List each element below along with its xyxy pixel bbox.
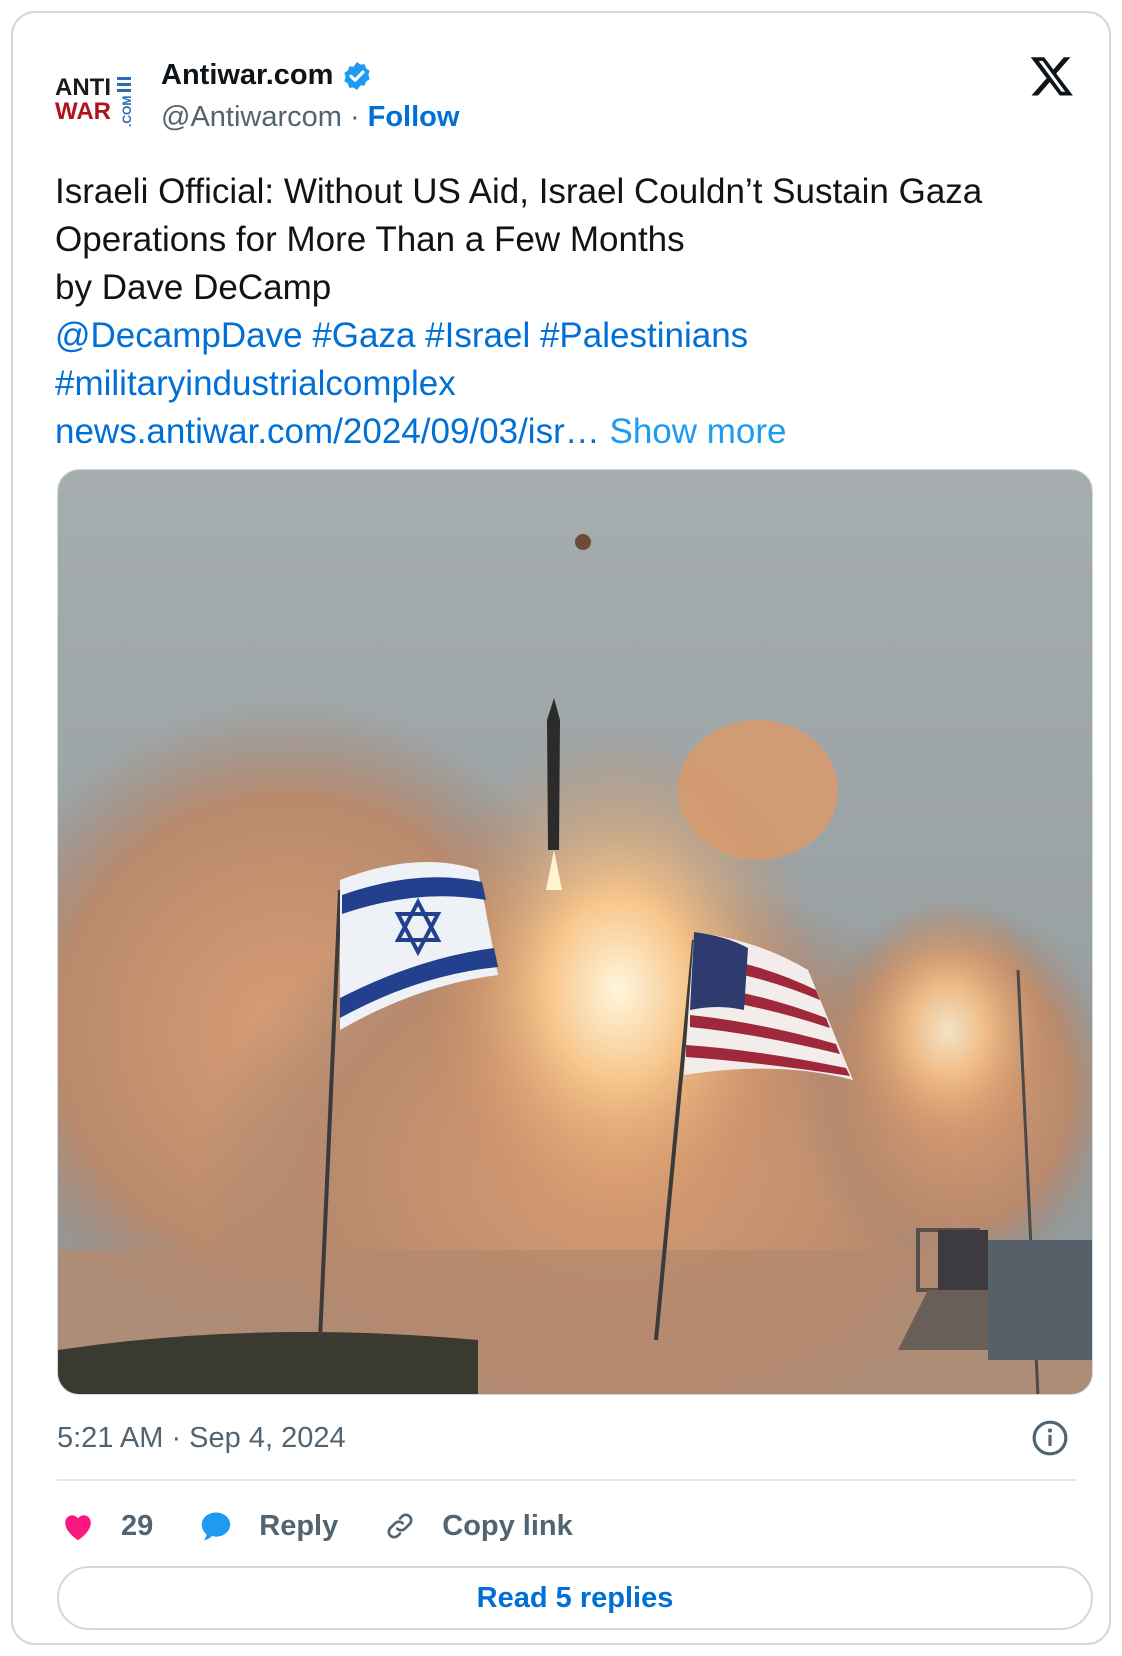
heart-icon [65,1515,91,1541]
hashtag-link[interactable]: #militaryindustrialcomplex [55,364,456,403]
svg-text:.COM: .COM [120,96,134,127]
copy-link-button[interactable]: Copy link [384,1510,573,1543]
info-icon[interactable] [1031,1419,1069,1457]
handle-separator: · [349,101,360,133]
missile-launch-photo [58,470,1092,1394]
author-name-row: Antiwar.com [161,59,373,92]
tweet-photo[interactable] [57,469,1093,1395]
tweet-card: ANTI WAR .COM Antiwar.com @Antiwarcom · … [11,11,1111,1645]
reply-label: Reply [259,1509,339,1542]
verified-badge-icon [344,61,371,90]
mention-link[interactable]: @DecampDave [55,316,303,355]
like-button[interactable]: 29 [61,1510,153,1543]
tweet-headline-line-2: Operations for More Than a Few Months [55,220,685,259]
read-replies-button[interactable]: Read 5 replies [57,1566,1093,1630]
copy-link-label: Copy link [442,1509,573,1542]
reply-bubble-icon [202,1512,231,1541]
tweet-timestamp[interactable]: 5:21 AM · Sep 4, 2024 [57,1422,346,1455]
hashtag-link[interactable]: #Israel [425,316,530,355]
show-more-link[interactable]: Show more [609,412,786,451]
svg-text:WAR: WAR [55,98,111,125]
tweet-headline-line-1: Israeli Official: Without US Aid, Israel… [55,172,983,211]
follow-button[interactable]: Follow [368,101,460,134]
link-icon [387,1513,413,1539]
reply-button[interactable]: Reply [199,1509,338,1543]
tweet-text: Israeli Official: Without US Aid, Israel… [55,168,1095,456]
like-count: 29 [121,1509,154,1542]
divider [57,1479,1077,1481]
author-handle-row: @Antiwarcom · Follow [161,101,459,134]
x-logo-icon[interactable] [1029,53,1075,99]
article-link[interactable]: news.antiwar.com/2024/09/03/isr… [55,412,600,451]
hashtag-link[interactable]: #Gaza [312,316,415,355]
author-name[interactable]: Antiwar.com [161,59,333,92]
svg-text:ANTI: ANTI [55,74,111,101]
author-avatar[interactable]: ANTI WAR .COM [53,57,141,145]
tweet-actions: 29 Reply Copy link [61,1501,619,1551]
antiwar-logo-icon: ANTI WAR .COM [55,74,134,127]
tweet-byline: by Dave DeCamp [55,268,332,307]
hashtag-link[interactable]: #Palestinians [540,316,748,355]
author-handle[interactable]: @Antiwarcom [161,101,342,134]
